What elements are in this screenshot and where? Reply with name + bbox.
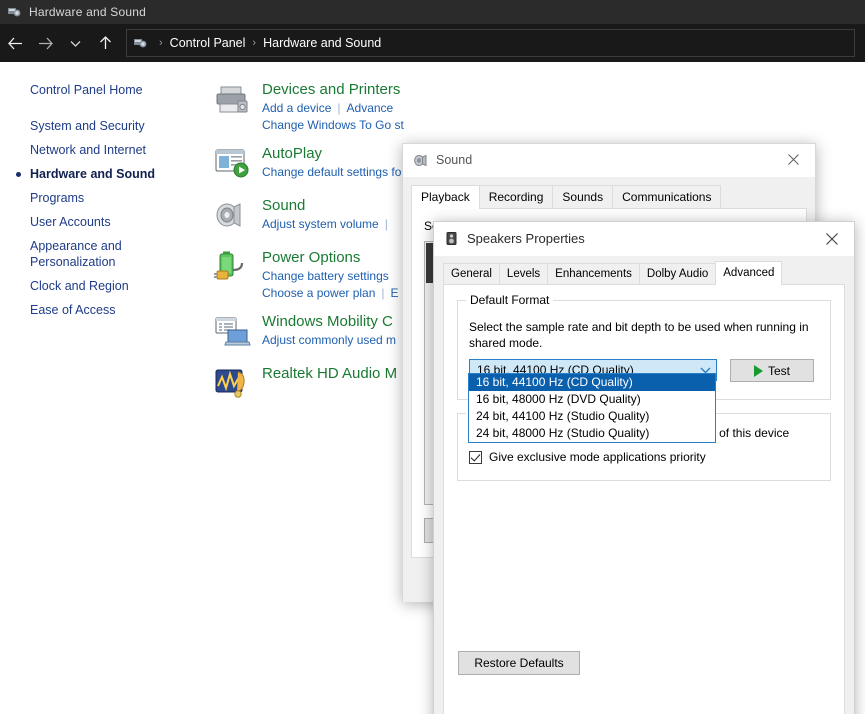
breadcrumb[interactable]: › Control Panel › Hardware and Sound [126,29,855,57]
link-choose-a-power-plan[interactable]: Choose a power plan [262,286,375,300]
sidebar-item-hardware-and-sound[interactable]: Hardware and Sound [0,162,200,186]
close-icon[interactable] [771,144,815,174]
dropdown-option-3[interactable]: 24 bit, 48000 Hz (Studio Quality) [469,425,715,442]
checkbox-exclusive-mode-priority[interactable] [469,450,482,464]
category-links-line1: Add a device | Advance [262,100,674,117]
speakers-dialog-tabs: General Levels Enhancements Dolby Audio … [443,261,845,307]
checkbox-label: Give exclusive mode applications priorit… [489,450,706,464]
tab-communications[interactable]: Communications [612,185,722,209]
link-advanced-printer-setup[interactable]: Advance [347,101,394,115]
speakers-dialog-title: Speakers Properties [467,231,585,246]
advanced-tab-panel: Default Format Select the sample rate an… [443,284,845,714]
speakers-icon [444,231,459,246]
window-titlebar: Hardware and Sound [0,0,865,24]
sidebar-item-appearance-and-personalization[interactable]: Appearance and Personalization [0,234,160,274]
dropdown-option-2[interactable]: 24 bit, 44100 Hz (Studio Quality) [469,408,715,425]
link-adjust-system-volume[interactable]: Adjust system volume [262,217,379,231]
sound-dialog-title: Sound [436,153,473,167]
sound-dialog-tabs: Playback Recording Sounds Communications [411,185,807,209]
default-format-description: Select the sample rate and bit depth to … [469,320,809,350]
sidebar: Control Panel Home System and Security N… [0,62,200,322]
category-devices-and-printers: Devices and Printers Add a device | Advanc… [214,80,674,134]
sidebar-item-system-and-security[interactable]: System and Security [0,114,200,138]
tab-playback[interactable]: Playback [411,185,480,209]
mobility-center-icon [214,314,252,348]
link-adjust-commonly-used-mobility-settings[interactable]: Adjust commonly used m [262,333,396,347]
breadcrumb-item-hardware-and-sound[interactable]: Hardware and Sound [263,36,381,50]
category-title[interactable]: Devices and Printers [262,80,674,99]
speaker-icon [413,153,428,168]
control-panel-icon [133,36,148,51]
sidebar-item-label: Hardware and Sound [30,167,156,181]
up-arrow-icon[interactable] [90,28,120,58]
default-format-legend: Default Format [466,293,554,307]
link-separator: | [384,217,388,231]
realtek-icon [214,366,252,400]
battery-power-icon [214,250,252,284]
speaker-icon [214,198,252,232]
play-icon [753,364,763,377]
sidebar-item-clock-and-region[interactable]: Clock and Region [0,274,200,298]
speakers-properties-dialog: Speakers Properties General Levels Enhan… [433,221,855,714]
link-change-default-settings-for-media[interactable]: Change default settings fo [262,165,401,179]
close-icon[interactable] [810,222,854,255]
dropdown-option-0[interactable]: 16 bit, 44100 Hz (CD Quality) [469,374,715,391]
dropdown-option-1[interactable]: 16 bit, 48000 Hz (DVD Quality) [469,391,715,408]
sound-dialog-titlebar: Sound [403,144,815,177]
tab-enhancements[interactable]: Enhancements [547,263,640,285]
tab-sounds[interactable]: Sounds [552,185,614,209]
back-arrow-icon[interactable] [0,28,30,58]
hardware-sound-icon [7,5,22,20]
link-add-a-device[interactable]: Add a device [262,101,331,115]
category-links-line2: Change Windows To Go st [262,117,674,134]
sidebar-item-network-and-internet[interactable]: Network and Internet [0,138,200,162]
link-change-battery-settings[interactable]: Change battery settings [262,269,389,283]
link-change-windows-to-go-startup-options[interactable]: Change Windows To Go st [262,118,404,132]
tab-levels[interactable]: Levels [498,263,549,285]
sidebar-item-control-panel-home[interactable]: Control Panel Home [0,78,200,102]
navigation-bar: › Control Panel › Hardware and Sound [0,24,865,62]
window-title: Hardware and Sound [29,5,147,19]
link-edit-power-plan[interactable]: E [391,286,399,300]
sidebar-item-ease-of-access[interactable]: Ease of Access [0,298,200,322]
tab-general[interactable]: General [443,263,500,285]
tab-advanced[interactable]: Advanced [715,261,783,285]
link-separator: | [337,101,341,115]
test-button[interactable]: Test [730,359,814,382]
sidebar-item-user-accounts[interactable]: User Accounts [0,210,200,234]
breadcrumb-item-control-panel[interactable]: Control Panel [170,36,246,50]
speakers-dialog-titlebar: Speakers Properties [434,222,854,256]
forward-arrow-icon[interactable] [30,28,60,58]
test-button-label: Test [767,363,790,378]
exclusive-priority-row[interactable]: Give exclusive mode applications priorit… [469,450,706,464]
bullet-icon [16,172,21,177]
autoplay-icon [214,146,252,180]
recent-locations-chevron-down-icon[interactable] [60,28,90,58]
breadcrumb-separator-1: › [252,37,257,49]
default-format-dropdown-list[interactable]: 16 bit, 44100 Hz (CD Quality) 16 bit, 48… [468,373,716,443]
tab-dolby-audio[interactable]: Dolby Audio [638,263,717,285]
link-separator: | [381,286,385,300]
printer-icon [214,82,252,116]
breadcrumb-separator-0: › [159,37,163,49]
tab-recording[interactable]: Recording [478,185,554,209]
restore-defaults-button[interactable]: Restore Defaults [458,651,580,675]
content-area: Control Panel Home System and Security N… [0,62,865,714]
sidebar-item-programs[interactable]: Programs [0,186,200,210]
